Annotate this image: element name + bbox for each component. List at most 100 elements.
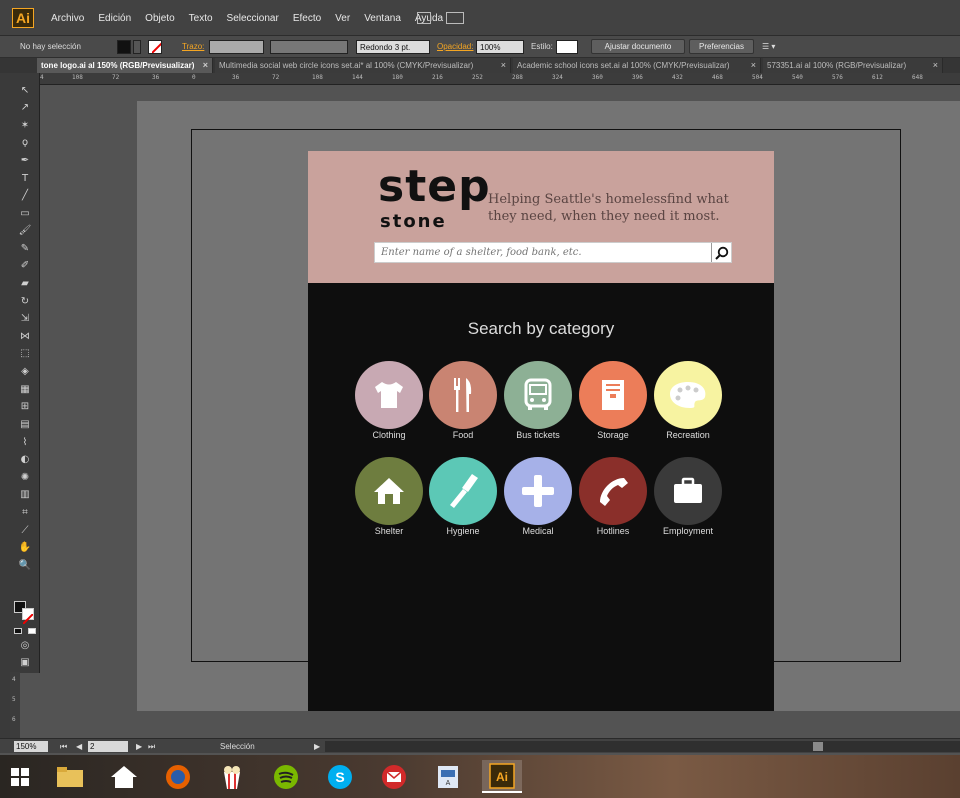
menu-objeto[interactable]: Objeto [138, 13, 181, 24]
category-recreation[interactable]: Recreation [651, 361, 725, 440]
rotate-tool-icon[interactable]: ↻ [17, 294, 33, 308]
shape-builder-tool-icon[interactable]: ◈ [17, 364, 33, 378]
style-swatch[interactable] [556, 40, 578, 54]
file-explorer-icon[interactable] [50, 760, 90, 793]
stroke-swatch[interactable] [148, 40, 162, 54]
first-artboard-button[interactable]: ⏮ [60, 741, 67, 752]
color-mode-icon[interactable] [14, 628, 22, 634]
stroke-weight-field[interactable] [209, 40, 264, 54]
menu-efecto[interactable]: Efecto [286, 13, 328, 24]
mail-icon[interactable] [374, 760, 414, 793]
pen-tool-icon[interactable]: ✒ [17, 153, 33, 167]
none-mode-icon[interactable] [28, 628, 36, 634]
selection-tool-icon[interactable]: ↖ [17, 83, 33, 97]
category-circle[interactable] [355, 457, 423, 525]
category-circle[interactable] [654, 457, 722, 525]
windows-start-icon[interactable] [0, 760, 40, 793]
status-menu-arrow[interactable]: ▶ [314, 741, 320, 752]
category-clothing[interactable]: Clothing [352, 361, 426, 440]
opacity-field[interactable]: 100% [476, 40, 524, 54]
close-icon[interactable]: × [203, 60, 208, 70]
category-circle[interactable] [654, 361, 722, 429]
horizontal-scrollbar[interactable] [325, 741, 960, 752]
spotify-icon[interactable] [266, 760, 306, 793]
gradient-tool-icon[interactable]: ▤ [17, 417, 33, 431]
category-medical[interactable]: Medical [501, 457, 575, 536]
blend-tool-icon[interactable]: ◐ [17, 452, 33, 466]
adjust-document-button[interactable]: Ajustar documento [591, 39, 685, 54]
category-storage[interactable]: Storage [576, 361, 650, 440]
zoom-tool-icon[interactable]: 🔍 [17, 558, 33, 572]
variable-width-select[interactable] [270, 40, 348, 54]
category-circle[interactable] [429, 457, 497, 525]
category-circle[interactable] [504, 457, 572, 525]
search-button[interactable] [711, 243, 731, 262]
close-icon[interactable]: × [751, 60, 756, 70]
tab-multimedia[interactable]: Multimedia social web circle icons set.a… [215, 58, 511, 73]
stroke-color-icon[interactable] [22, 608, 34, 625]
tab-academic[interactable]: Academic school icons set.ai al 100% (CM… [513, 58, 761, 73]
document-viewer-icon[interactable]: A [428, 760, 468, 793]
blob-brush-tool-icon[interactable]: ✐ [17, 258, 33, 272]
symbol-sprayer-tool-icon[interactable]: ✺ [17, 470, 33, 484]
scrollbar-thumb[interactable] [813, 742, 823, 751]
home-icon[interactable] [104, 760, 144, 793]
search-input[interactable] [375, 243, 712, 262]
draw-mode-icon[interactable]: ◎ [17, 638, 33, 652]
width-tool-icon[interactable]: ⋈ [17, 329, 33, 343]
category-circle[interactable] [429, 361, 497, 429]
free-transform-tool-icon[interactable]: ⬚ [17, 346, 33, 360]
category-employment[interactable]: Employment [651, 457, 725, 536]
brush-select[interactable]: Redondo 3 pt. [356, 40, 430, 54]
category-bus-tickets[interactable]: Bus tickets [501, 361, 575, 440]
opacity-label[interactable]: Opacidad: [437, 39, 473, 54]
artboard-select[interactable]: 2 [88, 741, 128, 752]
hand-tool-icon[interactable]: ✋ [17, 540, 33, 554]
prev-artboard-button[interactable]: ◀ [76, 741, 82, 752]
last-artboard-button[interactable]: ⏭ [148, 741, 155, 752]
category-shelter[interactable]: Shelter [352, 457, 426, 536]
category-food[interactable]: Food [426, 361, 500, 440]
firefox-icon[interactable] [158, 760, 198, 793]
menu-archivo[interactable]: Archivo [44, 13, 91, 24]
eraser-tool-icon[interactable]: ▰ [17, 276, 33, 290]
fill-dropdown[interactable] [133, 40, 141, 54]
slice-tool-icon[interactable]: ⟋ [17, 523, 33, 537]
stroke-label[interactable]: Trazo: [182, 39, 204, 54]
category-circle[interactable] [579, 457, 647, 525]
screen-mode-icon[interactable]: ▣ [17, 655, 33, 669]
mesh-tool-icon[interactable]: ⊞ [17, 399, 33, 413]
category-circle[interactable] [355, 361, 423, 429]
line-tool-icon[interactable]: ╱ [17, 188, 33, 202]
type-tool-icon[interactable]: T [17, 171, 33, 185]
zoom-select[interactable]: 150% [14, 741, 48, 752]
fill-swatch[interactable] [117, 40, 131, 54]
rectangle-tool-icon[interactable]: ▭ [17, 206, 33, 220]
tab-stone-logo[interactable]: tone logo.ai al 150% (RGB/Previsualizar)… [37, 58, 213, 73]
category-circle[interactable] [504, 361, 572, 429]
lasso-tool-icon[interactable]: ϙ [17, 135, 33, 149]
perspective-grid-tool-icon[interactable]: ▦ [17, 382, 33, 396]
magic-wand-tool-icon[interactable]: ✶ [17, 118, 33, 132]
preferences-button[interactable]: Preferencias [689, 39, 754, 54]
column-graph-tool-icon[interactable]: ▥ [17, 487, 33, 501]
paintbrush-tool-icon[interactable]: 🖌 [17, 223, 33, 237]
menu-edicion[interactable]: Edición [91, 13, 138, 24]
panel-menu-icon[interactable]: ☰ ▾ [762, 39, 775, 54]
direct-selection-tool-icon[interactable]: ↗ [17, 100, 33, 114]
menu-texto[interactable]: Texto [182, 13, 220, 24]
bridge-icon[interactable] [417, 12, 431, 24]
eyedropper-tool-icon[interactable]: ⌇ [17, 435, 33, 449]
category-hygiene[interactable]: Hygiene [426, 457, 500, 536]
next-artboard-button[interactable]: ▶ [136, 741, 142, 752]
illustrator-taskbar-icon[interactable]: Ai [482, 760, 522, 793]
category-hotlines[interactable]: Hotlines [576, 457, 650, 536]
popcorn-time-icon[interactable] [212, 760, 252, 793]
category-circle[interactable] [579, 361, 647, 429]
close-icon[interactable]: × [501, 60, 506, 70]
close-icon[interactable]: × [933, 60, 938, 70]
tab-573351[interactable]: 573351.ai al 100% (RGB/Previsualizar) × [763, 58, 943, 73]
skype-icon[interactable]: S [320, 760, 360, 793]
menu-seleccionar[interactable]: Seleccionar [220, 13, 286, 24]
arrange-documents-icon[interactable] [446, 12, 464, 24]
